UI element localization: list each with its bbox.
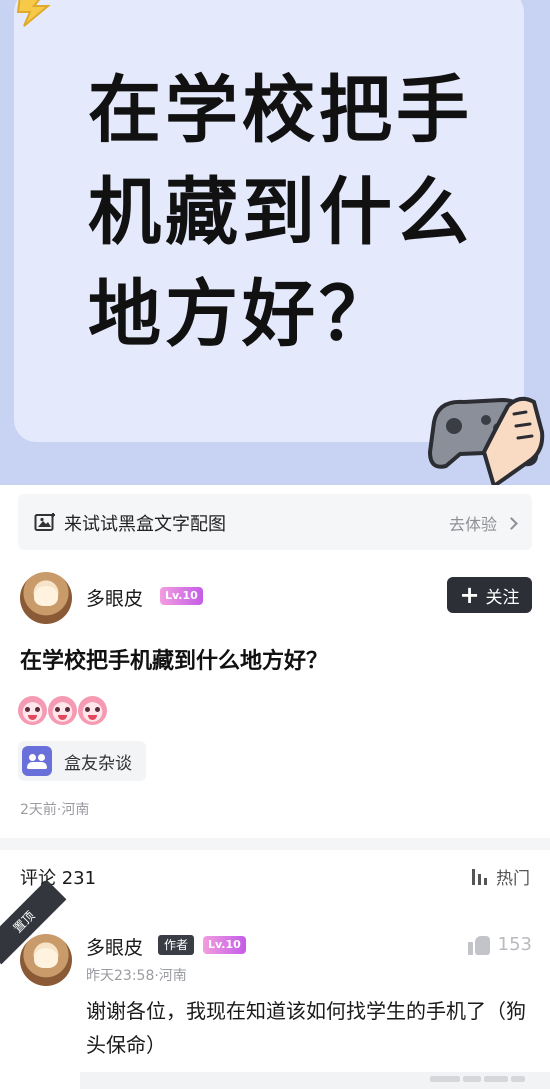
sort-hot-button[interactable]: 热门 [470, 864, 530, 889]
image-edit-icon [34, 513, 55, 531]
try-it-label: 去体验 [448, 515, 497, 534]
level-badge: Lv.10 [160, 587, 203, 605]
game-controller-icon [428, 396, 545, 485]
commenter-avatar[interactable] [20, 934, 72, 986]
lightning-icon [16, 0, 51, 27]
emoji-row [18, 696, 107, 725]
pink-face-emoji-icon [18, 696, 47, 725]
commenter-level-badge: Lv.10 [203, 936, 246, 954]
like-button[interactable]: 153 [467, 933, 532, 955]
author-tag: 作者 [158, 935, 195, 955]
follow-button[interactable]: + 关注 [447, 577, 532, 613]
cover-text-line-1: 在学校把手 [88, 68, 473, 153]
try-it-link[interactable]: 去体验 [448, 511, 518, 535]
commenter-username[interactable]: 多眼皮 [86, 933, 143, 960]
comment-meta: 昨天23:58·河南 [86, 968, 187, 984]
follow-label: 关注 [485, 587, 520, 608]
like-count: 153 [497, 933, 532, 955]
thumbs-up-icon [467, 933, 490, 955]
sort-icon [470, 867, 490, 887]
cover-text-line-2: 机藏到什么 [88, 170, 473, 255]
section-divider [0, 838, 550, 850]
pink-face-emoji-icon [78, 696, 107, 725]
comment-text: 谢谢各位，我现在知道该如何找学生的手机了（狗头保命） [86, 999, 526, 1057]
post-meta: 2天前·河南 [20, 802, 90, 818]
chevron-right-icon [505, 516, 518, 530]
author-username[interactable]: 多眼皮 [86, 584, 143, 611]
topic-label: 盒友杂谈 [64, 753, 132, 774]
cover-text-line-3: 地方好？ [88, 272, 396, 357]
comments-count: 评论 231 [20, 868, 97, 889]
post-title: 在学校把手机藏到什么地方好？ [20, 649, 329, 674]
watermark-strip [430, 1076, 530, 1084]
text-image-promo-banner[interactable]: 来试试黑盒文字配图 去体验 [18, 494, 532, 550]
sort-label: 热门 [496, 869, 530, 889]
promo-text: 来试试黑盒文字配图 [64, 514, 226, 535]
pink-face-emoji-icon [48, 696, 77, 725]
post-cover-image[interactable]: 在学校把手 机藏到什么 地方好？ [0, 0, 550, 485]
topic-tag[interactable]: 盒友杂谈 [18, 741, 146, 781]
community-icon [22, 746, 52, 776]
author-avatar[interactable] [20, 572, 72, 624]
plus-icon: + [459, 581, 480, 609]
